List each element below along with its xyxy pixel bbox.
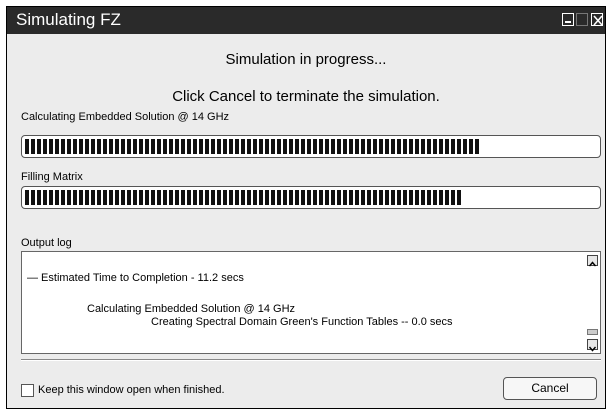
window-title: Simulating FZ [16, 10, 121, 29]
chevron-up-icon[interactable] [587, 255, 598, 267]
simulation-dialog: Simulating FZ Simulation in progress... … [6, 6, 606, 409]
log-line: — Estimated Time to Completion - 11.2 se… [27, 272, 244, 284]
progress-fill-filling [25, 190, 462, 205]
minimize-icon[interactable] [562, 13, 574, 26]
output-log-label: Output log [21, 237, 72, 249]
log-line: Creating Spectral Domain Green's Functio… [151, 316, 453, 328]
progress-label-calculating: Calculating Embedded Solution @ 14 GHz [21, 111, 230, 123]
chevron-down-icon[interactable] [587, 339, 598, 352]
title-bar[interactable]: Simulating FZ [7, 7, 605, 34]
output-log[interactable]: — Estimated Time to Completion - 11.2 se… [21, 251, 601, 354]
progress-label-filling: Filling Matrix [21, 171, 83, 183]
keep-open-checkbox[interactable] [21, 384, 34, 397]
log-line: Calculating Embedded Solution @ 14 GHz [87, 303, 296, 315]
cancel-button[interactable]: Cancel [503, 377, 597, 400]
maximize-icon [576, 13, 588, 26]
progress-fill-calculating [25, 139, 479, 154]
instruction-heading: Click Cancel to terminate the simulation… [172, 88, 440, 105]
status-heading: Simulation in progress... [225, 51, 387, 68]
progress-bar-filling [21, 186, 601, 209]
divider [21, 359, 601, 361]
keep-open-label[interactable]: Keep this window open when finished. [38, 384, 225, 396]
close-icon[interactable] [591, 13, 603, 26]
progress-bar-calculating [21, 135, 601, 158]
log-scrollbar-thumb[interactable] [587, 329, 598, 335]
